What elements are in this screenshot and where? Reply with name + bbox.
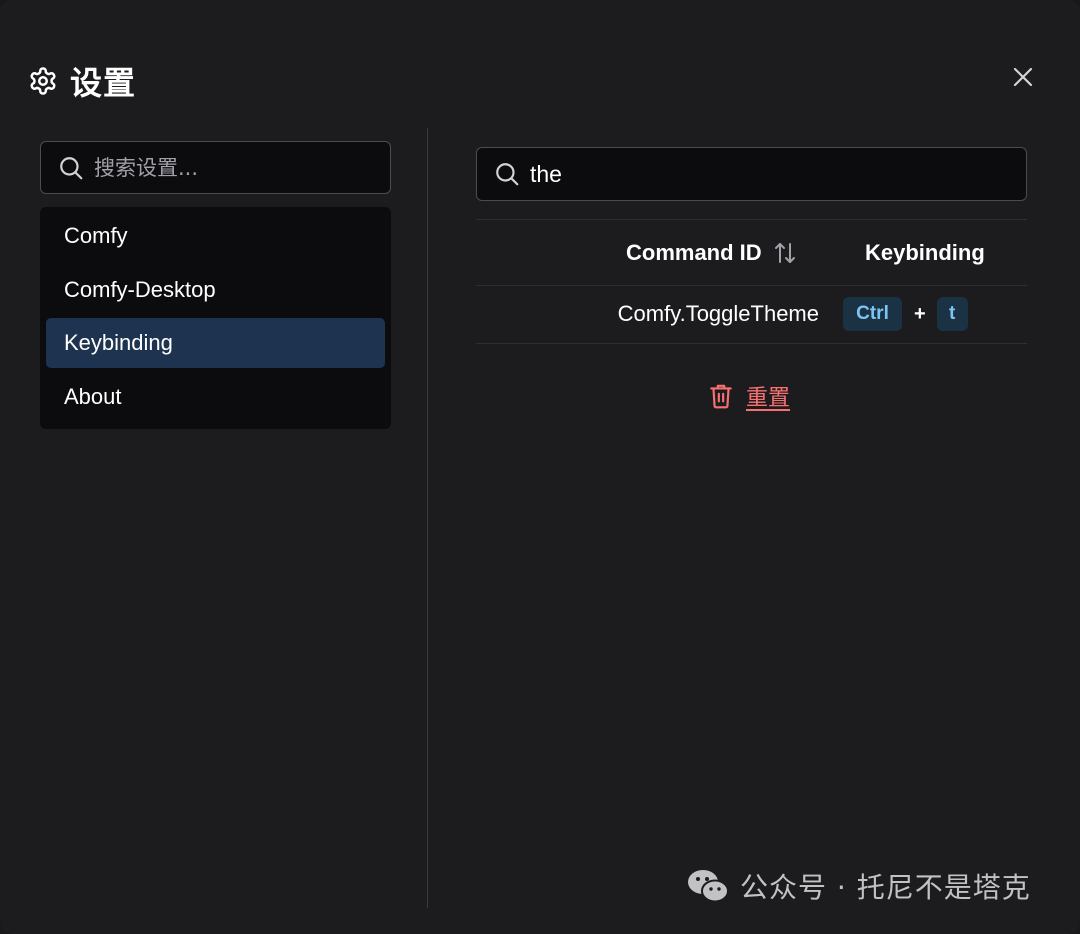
sidebar-item-about[interactable]: About [46,372,385,422]
table-row[interactable]: Comfy.ToggleTheme Ctrl + t [476,286,1027,343]
sidebar-item-comfy-desktop[interactable]: Comfy-Desktop [46,265,385,315]
sidebar-item-label: About [64,383,122,409]
keybinding-cell: Ctrl + t [843,297,968,331]
key-badge: t [936,297,968,331]
trash-icon [710,384,732,409]
command-id-cell: Comfy.ToggleTheme [617,301,819,326]
sidebar-item-label: Comfy-Desktop [64,276,216,302]
panel-divider [427,128,428,908]
key-badge: Ctrl [843,297,902,331]
search-icon [496,163,519,186]
watermark: 公众号 · 托尼不是塔克 [686,866,1031,906]
table-header: Command ID Keybinding [476,220,1027,285]
settings-search-field[interactable] [40,141,391,194]
keybinding-search-input[interactable] [530,160,790,188]
key-separator: + [914,302,926,325]
sidebar-item-comfy[interactable]: Comfy [46,211,385,261]
settings-dialog: 设置 Comfy Comfy-Desktop Keybinding About [0,0,1080,934]
reset-button[interactable]: 重置 [708,380,790,412]
column-header-label: Command ID [626,240,762,265]
keybinding-search-field[interactable] [476,147,1027,201]
dialog-header: 设置 [28,58,136,104]
gear-icon [30,67,56,95]
sidebar-item-keybinding[interactable]: Keybinding [46,318,385,369]
settings-category-menu: Comfy Comfy-Desktop Keybinding About [40,207,391,429]
reset-label: 重置 [746,386,791,411]
sidebar-item-label: Keybinding [64,330,173,356]
table-divider [476,343,1027,344]
wechat-icon [688,870,729,903]
search-icon [60,156,83,179]
sort-icon[interactable] [772,240,798,266]
column-header-keybinding: Keybinding [865,240,985,265]
sidebar-item-label: Comfy [64,223,128,248]
keybinding-table: Command ID Keybinding Comfy.ToggleTheme … [476,219,1027,344]
watermark-text: 公众号 · 托尼不是塔克 [740,871,1031,904]
column-header-command-id[interactable]: Command ID [626,240,798,266]
settings-search-input[interactable] [94,155,354,180]
close-icon[interactable] [1008,62,1038,92]
dialog-title: 设置 [70,64,137,102]
